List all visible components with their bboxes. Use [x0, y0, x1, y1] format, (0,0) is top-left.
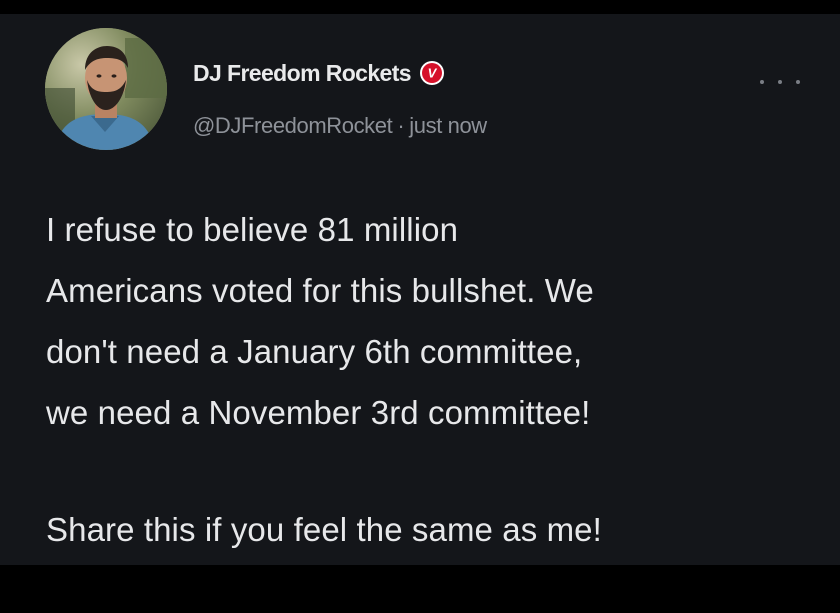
handle-row: @DJFreedomRocket · just now	[193, 113, 487, 139]
tweet-line: we need a November 3rd committee!	[46, 394, 591, 431]
separator-dot: ·	[397, 113, 405, 138]
more-dot	[796, 80, 800, 84]
verified-badge-glyph: V	[422, 63, 442, 83]
verified-badge-letter: V	[428, 66, 438, 81]
tweet-line: don't need a January 6th committee,	[46, 333, 583, 370]
post-card: DJ Freedom Rockets V @DJFreedomRocket · …	[0, 14, 840, 565]
timestamp[interactable]: just now	[409, 113, 487, 139]
tweet-share-line: Share this if you feel the same as me!	[46, 511, 602, 548]
display-name[interactable]: DJ Freedom Rockets	[193, 60, 412, 87]
author-row: DJ Freedom Rockets V	[193, 56, 444, 90]
tweet-line: I refuse to believe 81 million	[46, 211, 459, 248]
tweet-text: I refuse to believe 81 million Americans…	[46, 199, 826, 443]
more-dot	[778, 80, 782, 84]
more-dot	[760, 80, 764, 84]
user-handle[interactable]: @DJFreedomRocket	[193, 113, 393, 139]
screenshot-frame: DJ Freedom Rockets V @DJFreedomRocket · …	[0, 0, 840, 613]
verified-badge-icon: V	[420, 61, 444, 85]
tweet-line: Americans voted for this bullshet. We	[46, 272, 594, 309]
more-options-icon[interactable]	[760, 74, 800, 90]
avatar-photo	[45, 28, 167, 150]
avatar[interactable]	[45, 28, 167, 150]
